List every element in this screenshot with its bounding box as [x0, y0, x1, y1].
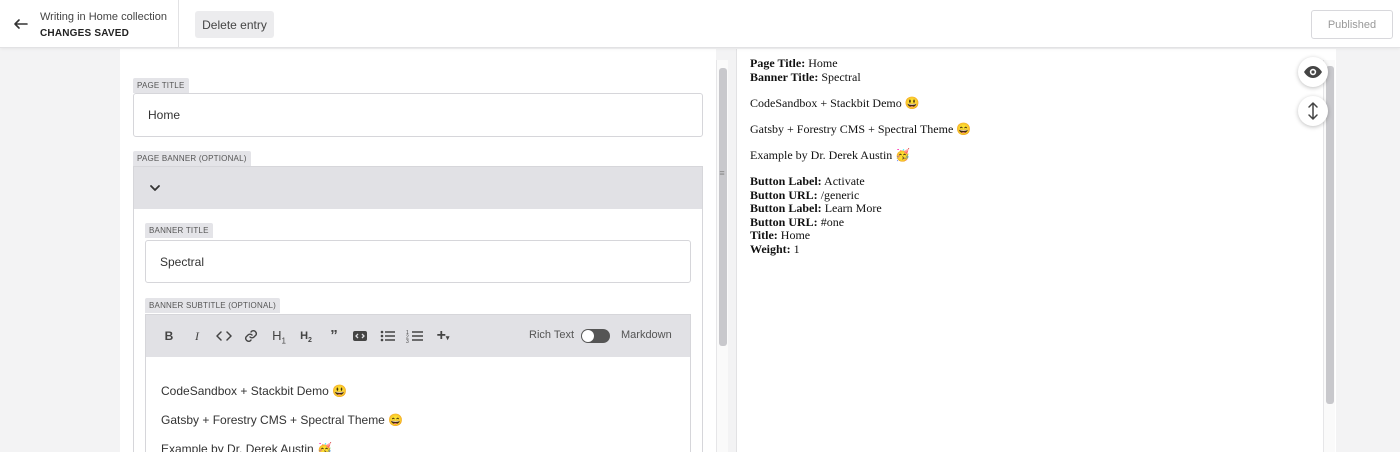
vertical-arrows-icon: [1308, 102, 1318, 120]
banner-subtitle-label: BANNER SUBTITLE (OPTIONAL): [145, 298, 280, 313]
heading-2-icon[interactable]: H2: [297, 329, 315, 344]
preview-label: Page Title:: [750, 56, 806, 70]
preview-value: Activate: [824, 173, 865, 188]
preview-paragraph: Example by Dr. Derek Austin 🥳: [750, 147, 911, 162]
preview-content: Page Title: Home Banner Title: Spectral …: [750, 56, 1290, 257]
preview-label: Banner Title:: [750, 69, 819, 84]
published-button[interactable]: Published: [1311, 10, 1393, 39]
preview-label: Button Label:: [750, 173, 822, 188]
preview-value: /generic: [820, 187, 860, 202]
preview-label: Button URL:: [750, 187, 818, 202]
insert-icon[interactable]: +▾: [434, 328, 452, 344]
preview-paragraph: Gatsby + Forestry CMS + Spectral Theme 😄: [750, 121, 972, 136]
preview-value: Home: [780, 228, 811, 243]
chevron-down-icon: [150, 185, 160, 191]
subtitle-line[interactable]: CodeSandbox + Stackbit Demo 😃: [161, 384, 347, 398]
delete-entry-button[interactable]: Delete entry: [195, 11, 274, 38]
editor-mode-toggle[interactable]: [581, 329, 610, 343]
bulleted-list-icon[interactable]: [380, 329, 396, 343]
italic-icon[interactable]: I: [191, 329, 203, 343]
editor-scrollbar[interactable]: [716, 60, 728, 452]
link-icon[interactable]: [244, 329, 258, 343]
banner-title-label: BANNER TITLE: [145, 223, 213, 238]
preview-label: Weight:: [750, 241, 791, 256]
save-status: CHANGES SAVED: [40, 28, 130, 39]
preview-label: Title:: [750, 228, 778, 243]
preview-value: #one: [820, 214, 845, 229]
code-icon[interactable]: [216, 329, 232, 343]
page-banner-label: PAGE BANNER (OPTIONAL): [133, 151, 251, 166]
breadcrumb: Writing in Home collection: [40, 11, 167, 23]
page-banner-toggle[interactable]: [134, 167, 702, 209]
preview-label: Button Label:: [750, 201, 822, 216]
svg-text:3: 3: [406, 339, 409, 343]
preview-value: Home: [808, 56, 838, 70]
numbered-list-icon[interactable]: 123: [406, 329, 424, 343]
heading-1-icon[interactable]: H1: [270, 329, 288, 346]
preview-paragraph: CodeSandbox + Stackbit Demo 😃: [750, 95, 920, 110]
eye-icon: [1304, 66, 1322, 78]
scroll-sync-button[interactable]: [1298, 96, 1328, 126]
banner-title-input[interactable]: [145, 240, 691, 283]
subtitle-line[interactable]: Gatsby + Forestry CMS + Spectral Theme 😄: [161, 413, 403, 427]
preview-value: 1: [793, 241, 800, 256]
quote-icon[interactable]: ”: [327, 328, 341, 343]
page-title-input[interactable]: [133, 93, 703, 137]
preview-value: Spectral: [821, 69, 861, 84]
scroll-thumb[interactable]: [1326, 66, 1334, 404]
split-handle-icon[interactable]: ≡: [716, 168, 728, 180]
divider: [178, 0, 179, 48]
top-bar: Writing in Home collection CHANGES SAVED…: [0, 0, 1400, 48]
preview-label: Button URL:: [750, 214, 818, 229]
rich-text-label: Rich Text: [529, 329, 575, 341]
preview-value: Learn More: [824, 201, 882, 216]
bold-icon[interactable]: B: [163, 329, 175, 343]
scroll-thumb[interactable]: [719, 68, 727, 346]
page-title-label: PAGE TITLE: [133, 78, 189, 93]
arrow-left-icon[interactable]: [12, 16, 30, 32]
embed-icon[interactable]: [352, 329, 368, 343]
preview-toggle-button[interactable]: [1298, 57, 1328, 87]
subtitle-line[interactable]: Example by Dr. Derek Austin 🥳: [161, 442, 332, 452]
markdown-label: Markdown: [621, 329, 672, 341]
